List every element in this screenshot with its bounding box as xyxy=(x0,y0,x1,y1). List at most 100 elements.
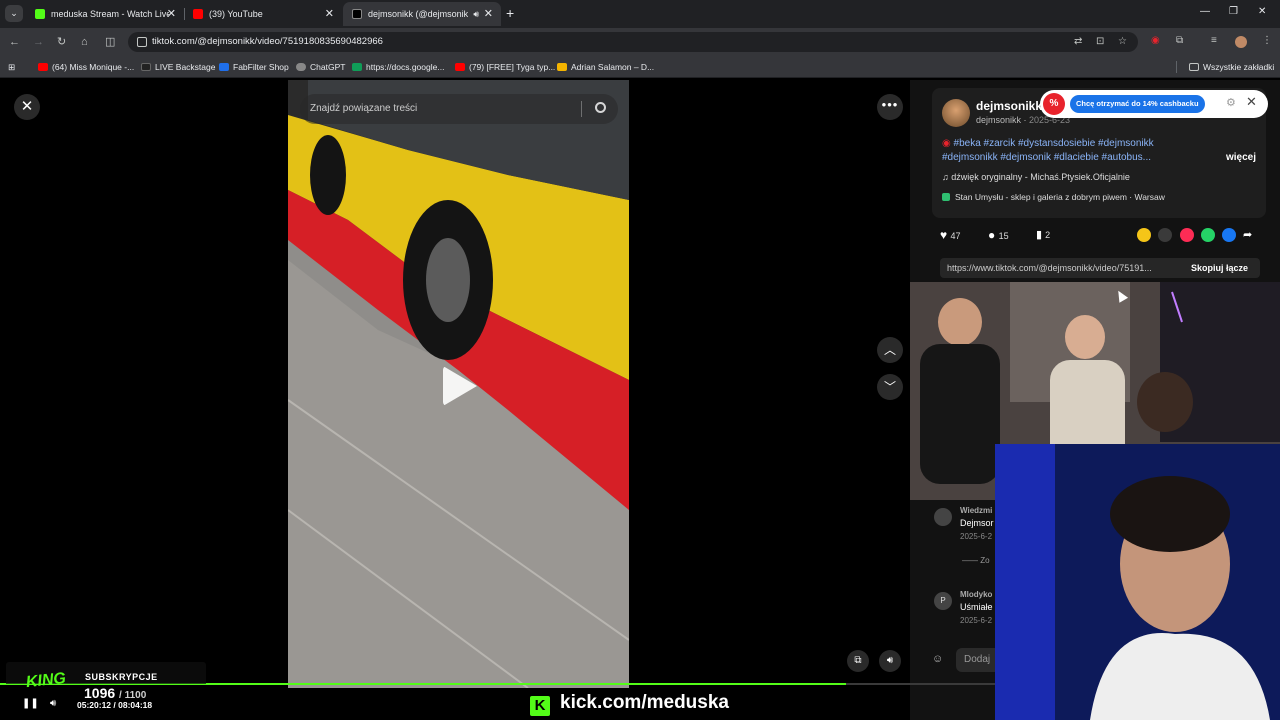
comment-date: 2025-6-2 xyxy=(960,616,993,625)
subs-label: SUBSKRYPCJE xyxy=(85,672,158,682)
engagement-actions: ♥ 47 ● 15 ▮ 2 ➦ xyxy=(940,226,1260,244)
comment-text: Dejmsor xyxy=(960,518,994,528)
facebook-icon[interactable] xyxy=(1222,228,1236,242)
kick-url: kick.com/meduska xyxy=(560,692,729,713)
youtube-favicon-icon xyxy=(193,9,203,19)
tab-youtube[interactable]: (39) YouTube ✕ xyxy=(184,2,342,26)
popup-close-icon[interactable]: ✕ xyxy=(1246,94,1257,110)
settings-gear-icon[interactable]: ⚙ xyxy=(1226,96,1236,109)
back-icon[interactable]: ← xyxy=(9,35,20,49)
whatsapp-icon[interactable] xyxy=(1201,228,1215,242)
volume-icon[interactable]: 🔊︎ xyxy=(879,650,901,672)
share-friends-icon[interactable] xyxy=(1137,228,1151,242)
window-close-icon[interactable]: ✕ xyxy=(1258,6,1266,17)
view-replies-link[interactable]: —— Zo xyxy=(962,556,990,565)
play-icon[interactable] xyxy=(443,366,477,406)
bookmark-icon: ▮ xyxy=(1036,229,1046,241)
tab-close-icon[interactable]: ✕ xyxy=(167,2,176,26)
cashback-button[interactable]: Chcę otrzymać do 14% cashbacku xyxy=(1070,95,1205,113)
mention-icon[interactable]: ☺ xyxy=(932,653,943,665)
search-divider xyxy=(581,101,582,117)
video-player[interactable]: Znajdź powiązane treści xyxy=(288,80,629,688)
all-bookmarks-folder[interactable]: Wszystkie zakładki xyxy=(1189,56,1274,78)
tab-title: meduska Stream - Watch Live o xyxy=(51,9,169,19)
extensions-puzzle-icon[interactable]: ⧉ xyxy=(1176,35,1183,46)
show-more-link[interactable]: więcej xyxy=(1226,152,1256,163)
like-button[interactable]: ♥ 47 xyxy=(940,226,960,244)
mute-icon[interactable]: 🔊︎ xyxy=(50,698,56,709)
sidepanel-icon[interactable]: ◫ xyxy=(105,35,115,49)
bookmark-item[interactable]: (64) Miss Monique -... xyxy=(38,56,134,78)
address-bar[interactable]: tiktok.com/@dejmsonikk/video/75191808356… xyxy=(128,32,1138,52)
related-search-bar[interactable]: Znajdź powiązane treści xyxy=(300,94,618,124)
webcam-streamer-image xyxy=(995,444,1280,720)
close-video-button[interactable]: ✕ xyxy=(14,94,40,120)
youtube-icon xyxy=(38,63,48,71)
tab-tiktok[interactable]: dejmsonikk (@dejmsonikk) 🔊︎ ✕ xyxy=(343,2,501,26)
comment-date: 2025-6-2 xyxy=(960,532,993,541)
install-app-icon[interactable]: ⊡ xyxy=(1096,36,1104,47)
profile-avatar[interactable] xyxy=(1235,36,1247,48)
tab-title: (39) YouTube xyxy=(209,9,263,19)
save-button[interactable]: ▮ 2 xyxy=(1036,226,1050,244)
apps-grid-icon[interactable]: ⊞ xyxy=(8,56,15,78)
author-name[interactable]: dejmsonikk xyxy=(976,99,1042,113)
more-options-button[interactable]: ••• xyxy=(877,94,903,120)
location-info[interactable]: Stan Umysłu - sklep i galeria z dobrym p… xyxy=(942,192,1165,202)
reload-icon[interactable]: ↻ xyxy=(57,35,66,49)
commenter-name[interactable]: Wiedzmi xyxy=(960,506,992,515)
home-icon[interactable]: ⌂ xyxy=(81,35,88,49)
next-video-button[interactable]: ﹀ xyxy=(877,374,903,400)
bookmark-divider xyxy=(1176,61,1177,73)
copy-link-button[interactable]: Skopiuj łącze xyxy=(1191,258,1248,278)
commenter-avatar[interactable]: P xyxy=(934,592,952,610)
restore-icon[interactable]: ❐ xyxy=(1229,6,1238,17)
embed-code-icon[interactable] xyxy=(1158,228,1172,242)
previous-video-button[interactable]: ︿ xyxy=(877,337,903,363)
cashback-logo-icon: % xyxy=(1043,93,1065,115)
tiktok-icon xyxy=(141,63,151,71)
location-icon xyxy=(942,193,950,201)
send-to-friends-icon[interactable] xyxy=(1180,228,1194,242)
bookmark-label: (64) Miss Monique -... xyxy=(52,62,135,72)
comment-button[interactable]: ● 15 xyxy=(988,226,1009,244)
tab-search-button[interactable]: ⌄ xyxy=(5,5,23,22)
floating-player-icon[interactable]: ⧉ xyxy=(847,650,869,672)
audio-playing-icon[interactable]: 🔊︎ xyxy=(473,2,479,26)
url-text[interactable]: tiktok.com/@dejmsonikk/video/75191808356… xyxy=(152,32,383,52)
author-handle[interactable]: dejmsonikk xyxy=(976,115,1021,125)
new-tab-button[interactable]: + xyxy=(506,6,514,20)
bookmark-item[interactable]: https://docs.google... xyxy=(352,56,444,78)
browser-menu-icon[interactable]: ⋮ xyxy=(1262,35,1272,46)
bookmark-item[interactable]: (79) [FREE] Tyga typ... xyxy=(455,56,555,78)
bookmark-item[interactable]: Adrian Salamon – D... xyxy=(557,56,654,78)
site-info-icon[interactable] xyxy=(137,37,147,47)
cashback-extension-icon[interactable]: ◉ xyxy=(1151,35,1160,46)
commenter-name[interactable]: Mlodyko xyxy=(960,590,992,599)
browser-tab-bar: ⌄ meduska Stream - Watch Live o ✕ (39) Y… xyxy=(0,0,1280,28)
search-icon[interactable] xyxy=(595,102,606,113)
translate-icon[interactable]: ⇄ xyxy=(1074,36,1082,47)
commenter-avatar[interactable] xyxy=(934,508,952,526)
bookmark-label: https://docs.google... xyxy=(366,62,445,72)
video-link[interactable]: https://www.tiktok.com/@dejmsonikk/video… xyxy=(947,258,1173,278)
pause-icon[interactable]: ❚❚ xyxy=(22,698,39,709)
author-avatar[interactable] xyxy=(942,99,970,127)
video-caption: ◉ #beka #zarcik #dystansdosiebie #dejmso… xyxy=(942,137,1202,165)
tab-close-icon[interactable]: ✕ xyxy=(484,2,493,26)
bookmark-star-icon[interactable]: ☆ xyxy=(1118,36,1127,47)
forward-icon[interactable]: → xyxy=(33,35,44,49)
hashtags-line-1[interactable]: #beka #zarcik #dystansdosiebie #dejmsoni… xyxy=(954,138,1154,149)
minimize-icon[interactable]: — xyxy=(1200,6,1210,17)
tab-close-icon[interactable]: ✕ xyxy=(325,2,334,26)
bookmark-item[interactable]: ChatGPT xyxy=(296,56,345,78)
hashtags-line-2[interactable]: #dejmsonikk #dejmsonik #dlaciebie #autob… xyxy=(942,152,1151,163)
bookmark-label: FabFilter Shop xyxy=(233,62,289,72)
music-info[interactable]: ♫ dźwięk oryginalny - Michaś.Ptysiek.Ofi… xyxy=(942,172,1130,182)
share-arrow-icon[interactable]: ➦ xyxy=(1243,226,1252,244)
bookmark-item[interactable]: LIVE Backstage xyxy=(141,56,215,78)
tab-meduska-stream[interactable]: meduska Stream - Watch Live o ✕ xyxy=(26,2,184,26)
media-control-icon[interactable]: ≡ xyxy=(1211,35,1217,46)
all-bookmarks-label: Wszystkie zakładki xyxy=(1203,62,1275,72)
bookmark-item[interactable]: FabFilter Shop xyxy=(219,56,289,78)
